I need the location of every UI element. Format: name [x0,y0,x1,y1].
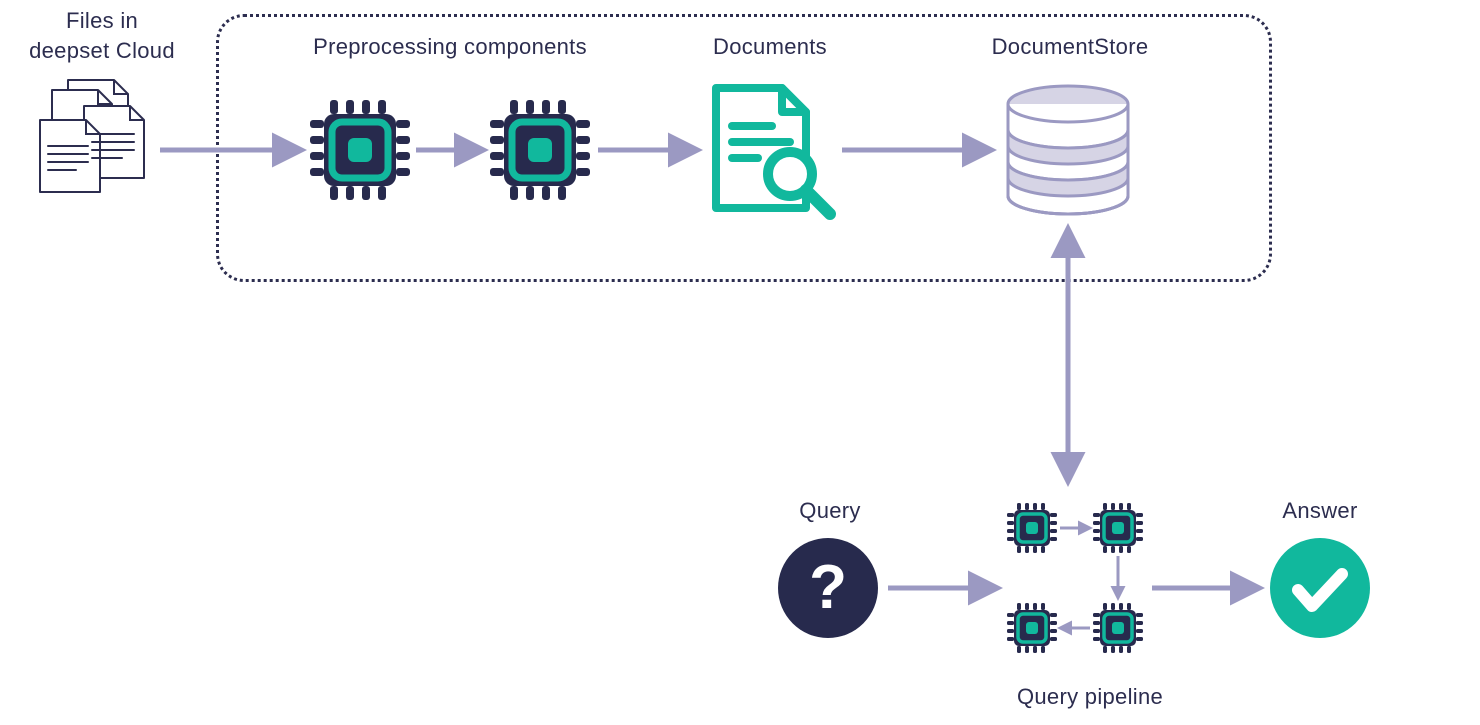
label-documents: Documents [680,34,860,60]
label-documentstore: DocumentStore [960,34,1180,60]
label-answer: Answer [1260,498,1380,524]
files-icon [40,80,144,192]
diagram-stage: Files in deepset Cloud Preprocessing com… [0,0,1480,725]
chip-icon [1093,603,1143,653]
chip-icon [1007,603,1057,653]
check-icon [1270,538,1370,638]
label-query-pipeline: Query pipeline [1000,684,1180,710]
chip-icon [1007,503,1057,553]
chip-icon [1093,503,1143,553]
label-preprocessing: Preprocessing components [280,34,620,60]
label-files: Files in deepset Cloud [12,6,192,65]
question-icon [778,538,878,638]
label-query: Query [770,498,890,524]
